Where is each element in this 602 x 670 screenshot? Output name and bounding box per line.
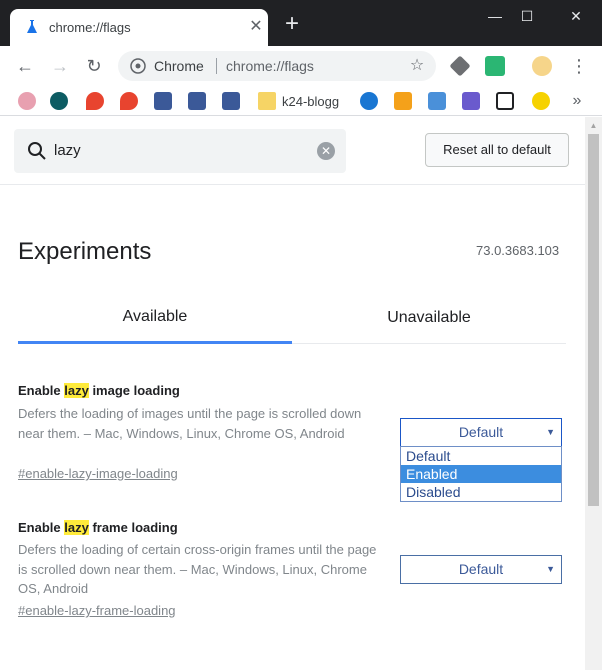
reload-button[interactable]: ↻ [83, 55, 105, 77]
avatar[interactable] [532, 56, 552, 76]
scroll-up-icon[interactable]: ▲ [585, 117, 602, 134]
option-default[interactable]: Default [401, 447, 561, 465]
select-value: Default [458, 561, 504, 577]
browser-tab[interactable]: chrome://flags ✕ [10, 9, 268, 46]
omnibox-chrome-label: Chrome [154, 58, 204, 74]
bookmark-icon[interactable] [120, 92, 138, 110]
flags-page: lazy ✕ Reset all to default Experiments … [0, 117, 602, 670]
bookmark-icon[interactable] [86, 92, 104, 110]
close-window-button[interactable]: ✕ [561, 6, 591, 26]
option-enabled[interactable]: Enabled [401, 465, 561, 483]
browser-toolbar: ← → ↻ Chrome chrome://flags ☆ ⋮ [0, 46, 602, 86]
flag-title: Enable lazy frame loading [18, 520, 178, 535]
bookmarks-more-icon[interactable]: » [566, 90, 588, 112]
scrollbar[interactable]: ▲ [585, 117, 602, 670]
bookmark-icon[interactable] [428, 92, 446, 110]
bookmark-icon[interactable] [18, 92, 36, 110]
folder-icon[interactable] [258, 92, 276, 110]
flag-description: Defers the loading of certain cross-orig… [18, 542, 377, 596]
tab-available[interactable]: Available [18, 308, 292, 326]
bookmark-icon[interactable] [496, 92, 514, 110]
bookmark-icon[interactable] [50, 92, 68, 110]
bookmark-star-icon[interactable]: ☆ [408, 57, 426, 75]
omnibox-separator [216, 58, 217, 74]
bookmark-icon[interactable] [360, 92, 378, 110]
reset-all-button[interactable]: Reset all to default [425, 133, 569, 167]
chevron-down-icon: ▼ [546, 564, 555, 574]
facebook-icon[interactable] [154, 92, 172, 110]
omnibox[interactable]: Chrome chrome://flags ☆ [118, 51, 436, 81]
bookmark-label[interactable]: k24-blogg [282, 94, 339, 109]
title-bar: chrome://flags ✕ + — ☐ ✕ [0, 0, 602, 46]
flags-header: lazy ✕ Reset all to default [0, 117, 585, 185]
search-input[interactable]: lazy ✕ [14, 129, 346, 173]
maximize-button[interactable]: ☐ [512, 6, 542, 26]
tab-close-icon[interactable]: ✕ [248, 19, 264, 35]
flask-icon [27, 20, 37, 33]
tab-unavailable[interactable]: Unavailable [292, 309, 566, 327]
clear-search-icon[interactable]: ✕ [317, 142, 335, 160]
select-dropdown[interactable]: Default Enabled Disabled [400, 446, 562, 502]
bookmark-icon[interactable] [532, 92, 550, 110]
select-value: Default [458, 424, 504, 440]
flag-title: Enable lazy image loading [18, 383, 180, 398]
extension-s-icon[interactable] [485, 56, 505, 76]
search-icon [28, 142, 46, 160]
search-value[interactable]: lazy [54, 142, 81, 159]
version-label: 73.0.3683.103 [476, 243, 560, 258]
scrollbar-thumb[interactable] [588, 134, 599, 506]
analytics-icon[interactable] [394, 92, 412, 110]
flag-select[interactable]: Default ▼ [400, 555, 562, 584]
menu-icon[interactable]: ⋮ [568, 55, 590, 77]
bookmarks-bar: k24-blogg » [0, 86, 602, 116]
back-button[interactable]: ← [14, 55, 36, 77]
tab-title: chrome://flags [49, 20, 131, 35]
chrome-icon [130, 58, 146, 74]
page-title: Experiments [18, 238, 152, 265]
chart-icon[interactable] [462, 92, 480, 110]
search-highlight: lazy [64, 520, 89, 535]
flag-description: Defers the loading of images until the p… [18, 406, 362, 441]
facebook-icon[interactable] [222, 92, 240, 110]
search-highlight: lazy [64, 383, 89, 398]
flag-link[interactable]: #enable-lazy-image-loading [18, 466, 178, 481]
omnibox-url[interactable]: chrome://flags [226, 58, 314, 74]
forward-button[interactable]: → [49, 55, 71, 77]
extension-icon[interactable] [449, 55, 471, 77]
flag-select[interactable]: Default ▼ [400, 418, 562, 447]
minimize-button[interactable]: — [480, 6, 510, 26]
option-disabled[interactable]: Disabled [401, 483, 561, 501]
facebook-icon[interactable] [188, 92, 206, 110]
chevron-down-icon: ▼ [546, 427, 555, 437]
flag-link[interactable]: #enable-lazy-frame-loading [18, 603, 176, 618]
new-tab-button[interactable]: + [282, 12, 302, 36]
active-tab-indicator [18, 341, 292, 344]
